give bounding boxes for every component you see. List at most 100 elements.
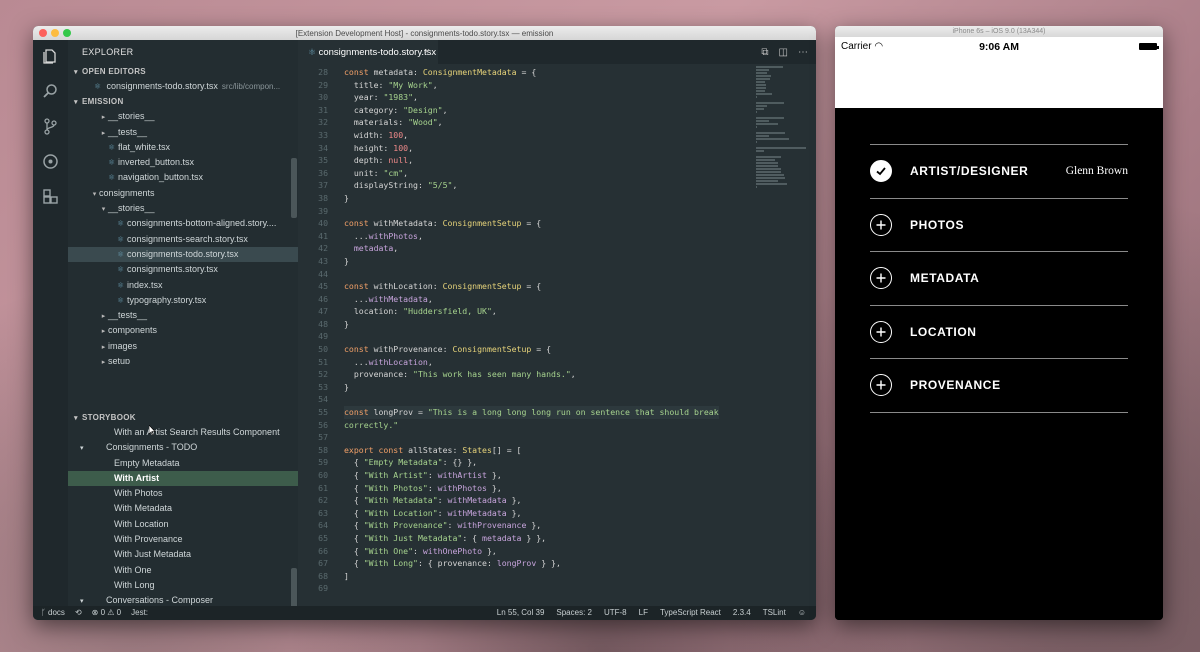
emission-header[interactable]: ▾ EMISSION xyxy=(68,94,298,109)
open-editor-item[interactable]: ⚛ consignments-todo.story.tsx src/lib/com… xyxy=(68,79,298,94)
todo-item-provenance[interactable]: PROVENANCE xyxy=(870,358,1128,413)
minimize-window-button[interactable] xyxy=(51,29,59,37)
code-token: null xyxy=(388,155,409,166)
minimap-line xyxy=(756,66,784,68)
storybook-header[interactable]: ▾ STORYBOOK xyxy=(68,410,298,425)
todo-item-label: PROVENANCE xyxy=(910,378,1001,392)
minimap[interactable] xyxy=(756,66,806,188)
minimap-line xyxy=(756,78,770,80)
todo-item-label: PHOTOS xyxy=(910,217,965,232)
minimap-line xyxy=(756,165,779,167)
code-token: [] = [ xyxy=(491,444,522,455)
storybook-scrollbar[interactable] xyxy=(291,568,297,606)
code-line: } xyxy=(344,192,719,205)
problems-indicator[interactable]: ⊗ 0 ⚠ 0 xyxy=(92,606,121,620)
story-item[interactable]: With Photos xyxy=(68,486,298,501)
status-bar: ᚴ docs ⟲ ⊗ 0 ⚠ 0 Jest: Ln 55, Col 39 Spa… xyxy=(33,606,816,620)
branch-indicator[interactable]: ᚴ docs xyxy=(41,606,65,620)
open-editors-header[interactable]: ▾ OPEN EDITORS xyxy=(68,64,298,79)
language-mode[interactable]: TypeScript React xyxy=(660,606,721,620)
story-item[interactable]: With One xyxy=(68,563,298,578)
code-token: }, xyxy=(506,495,522,506)
tree-item[interactable]: ⚛ consignments-bottom-aligned.story.... xyxy=(68,216,298,231)
close-window-button[interactable] xyxy=(39,29,47,37)
tree-item[interactable]: ⚛ consignments.story.tsx xyxy=(68,262,298,277)
cursor-position[interactable]: Ln 55, Col 39 xyxy=(497,606,545,620)
tree-item[interactable]: ⚛ flat_white.tsx xyxy=(68,140,298,155)
chevron-down-icon: ▾ xyxy=(80,445,84,453)
source-control-icon[interactable] xyxy=(42,118,59,135)
jest-status[interactable]: Jest: xyxy=(131,606,148,620)
story-item[interactable]: With Provenance xyxy=(68,532,298,547)
todo-item-photos[interactable]: PHOTOS xyxy=(870,197,1128,252)
story-item[interactable]: With Artist xyxy=(68,470,298,487)
feedback-smiley-icon[interactable]: ☺ xyxy=(798,606,806,620)
sync-icon[interactable]: ⟲ xyxy=(75,606,82,620)
code-token: , xyxy=(408,155,414,166)
tree-item[interactable]: ▾ __stories__ xyxy=(68,201,298,216)
explorer-scrollbar[interactable] xyxy=(291,158,297,218)
tree-item[interactable]: ⚛ navigation_button.tsx xyxy=(68,170,298,185)
plus-icon xyxy=(870,320,892,343)
todo-item-artist-designer[interactable]: ARTIST/DESIGNER Glenn Brown xyxy=(870,144,1128,198)
story-item[interactable]: With Metadata xyxy=(68,501,298,516)
tree-item[interactable]: ▸ components xyxy=(68,323,298,338)
minimap-line xyxy=(756,156,782,158)
line-number: 54 xyxy=(318,394,328,405)
code-line: { "With Photos": withPhotos }, xyxy=(344,482,719,495)
end-of-line[interactable]: LF xyxy=(639,606,648,620)
editor-actions: ⧉ ◫ ⋯ xyxy=(761,40,808,64)
tree-item[interactable]: ▸ __stories__ xyxy=(68,109,298,124)
tree-item[interactable]: ▸ __tests__ xyxy=(68,308,298,323)
tree-item[interactable]: ▸ setup xyxy=(68,354,298,364)
tab-consignments-todo[interactable]: ⚛ consignments-todo.story.tsx × xyxy=(298,40,438,64)
code-editor[interactable]: 28 29 30 31 32 33 34 35 36 37 38 39 40 41 42 43 44 45 46 47… xyxy=(298,64,816,606)
tree-item-label: __tests__ xyxy=(108,126,148,137)
tree-item[interactable]: ⚛ typography.story.tsx xyxy=(68,293,298,308)
story-item[interactable]: ▾ Consignments - TODO xyxy=(68,440,298,455)
search-icon[interactable] xyxy=(42,83,59,100)
code-token: , xyxy=(432,79,438,90)
code-token: const xyxy=(344,218,374,229)
todo-item-location[interactable]: LOCATION xyxy=(870,304,1128,359)
error-icon: ⊗ xyxy=(91,608,101,617)
story-item[interactable]: With Location xyxy=(68,517,298,532)
zoom-window-button[interactable] xyxy=(63,29,71,37)
chevron-icon: ▸ xyxy=(101,343,106,351)
minimap-line xyxy=(756,150,764,152)
debug-icon[interactable] xyxy=(42,153,59,170)
encoding[interactable]: UTF-8 xyxy=(604,606,627,620)
files-icon[interactable] xyxy=(42,48,59,65)
code-token: withProvenance: xyxy=(373,344,453,355)
linter-status[interactable]: TSLint xyxy=(763,606,786,620)
tree-item[interactable]: ⚛ index.tsx xyxy=(68,278,298,293)
indentation[interactable]: Spaces: 2 xyxy=(556,606,592,620)
plus-icon xyxy=(870,374,892,396)
split-editor-icon[interactable]: ◫ xyxy=(779,47,788,58)
code-token: correctly." xyxy=(344,419,399,430)
ios-clock: 9:06 AM xyxy=(979,41,1019,53)
tree-item[interactable]: ⚛ consignments-todo.story.tsx xyxy=(68,246,298,263)
tree-item[interactable]: ▾ consignments xyxy=(68,186,298,201)
code-content[interactable]: const metadata: ConsignmentMetadata = { … xyxy=(344,66,719,595)
tree-item[interactable]: ▸ images xyxy=(68,339,298,354)
more-actions-icon[interactable]: ⋯ xyxy=(798,47,808,58)
code-token: withPhotos xyxy=(437,482,487,493)
story-item[interactable]: ▾ Conversations - Composer xyxy=(68,593,298,606)
tree-item[interactable]: ⚛ consignments-search.story.tsx xyxy=(68,232,298,247)
code-token: = { xyxy=(516,67,537,77)
close-tab-icon[interactable]: × xyxy=(424,40,430,64)
ts-version[interactable]: 2.3.4 xyxy=(733,606,751,620)
story-item[interactable]: With an Artist Search Results Component xyxy=(68,425,298,440)
tree-item-label: navigation_button.tsx xyxy=(118,172,204,183)
open-changes-icon[interactable]: ⧉ xyxy=(761,47,768,58)
story-item[interactable]: With Long xyxy=(68,578,298,593)
tree-item[interactable]: ▸ __tests__ xyxy=(68,125,298,140)
line-number: 63 xyxy=(318,507,328,518)
line-number: 66 xyxy=(318,545,328,556)
story-item[interactable]: With Just Metadata xyxy=(68,547,298,562)
todo-item-metadata[interactable]: METADATA xyxy=(870,251,1128,305)
extensions-icon[interactable] xyxy=(42,188,59,205)
tree-item[interactable]: ⚛ inverted_button.tsx xyxy=(68,155,298,170)
story-item[interactable]: Empty Metadata xyxy=(68,456,298,471)
